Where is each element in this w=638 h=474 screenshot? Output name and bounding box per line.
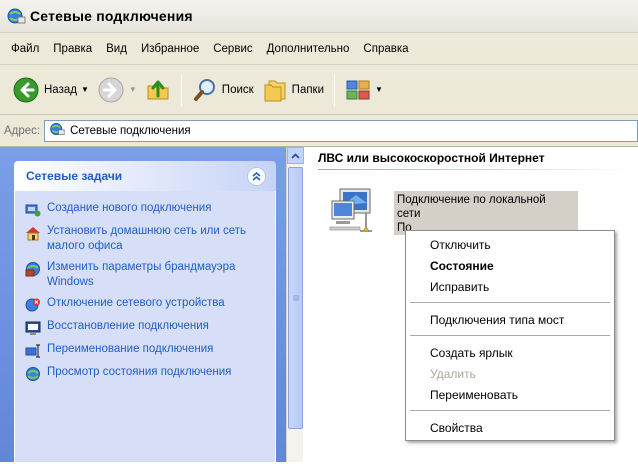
task-view-status[interactable]: Просмотр состояния подключения	[25, 365, 267, 382]
task-disable-device[interactable]: Отключение сетевого устройства	[25, 296, 267, 313]
group-header: ЛВС или высокоскоростной Интернет	[318, 151, 545, 165]
task-rename[interactable]: Переименование подключения	[25, 342, 267, 359]
search-label: Поиск	[221, 83, 254, 96]
rename-icon	[25, 343, 41, 359]
menu-separator	[410, 302, 610, 303]
forward-button[interactable]: ▼	[93, 72, 141, 108]
bottom-margin	[0, 462, 638, 474]
address-input[interactable]: Сетевые подключения	[44, 119, 638, 142]
toolbar: Назад ▼ ▼ Поиск Папки ▼	[0, 65, 638, 115]
menu-edit[interactable]: Правка	[46, 43, 99, 55]
collapse-button[interactable]	[247, 166, 266, 186]
grip-icon	[292, 295, 299, 301]
toolbar-separator	[334, 73, 336, 106]
menu-favorites[interactable]: Избранное	[134, 43, 206, 55]
ctx-delete: Удалить	[430, 366, 476, 381]
ctx-disconnect[interactable]: Отключить	[406, 234, 614, 255]
title-bar[interactable]: Сетевые подключения	[0, 0, 638, 33]
firewall-icon	[25, 261, 41, 277]
menu-separator	[410, 335, 610, 336]
folders-button[interactable]: Папки	[258, 72, 328, 108]
address-bar: Адрес: Сетевые подключения	[0, 115, 638, 147]
disable-device-icon	[25, 297, 41, 313]
chevron-up-icon	[291, 152, 300, 159]
address-label: Адрес:	[4, 124, 41, 137]
menu-bar: Файл Правка Вид Избранное Сервис Дополни…	[0, 33, 638, 65]
back-label: Назад	[44, 83, 77, 96]
folders-icon	[262, 77, 288, 103]
toolbar-separator	[180, 73, 182, 106]
network-connections-icon	[6, 6, 26, 26]
menu-advanced[interactable]: Дополнительно	[260, 43, 357, 55]
menu-help[interactable]: Справка	[356, 43, 415, 55]
folders-label: Папки	[291, 83, 325, 96]
new-connection-icon	[25, 202, 41, 218]
up-folder-button[interactable]	[141, 72, 175, 108]
search-button[interactable]: Поиск	[188, 72, 258, 108]
repair-icon	[25, 320, 41, 336]
search-icon	[192, 77, 218, 103]
ctx-repair[interactable]: Исправить	[406, 276, 614, 297]
ctx-properties[interactable]: Свойства	[406, 417, 614, 438]
network-tasks-header[interactable]: Сетевые задачи	[14, 161, 276, 191]
status-icon	[25, 366, 41, 382]
lan-connection-label[interactable]: Подключение по локальной сети По	[394, 191, 578, 235]
scroll-up-button[interactable]	[287, 147, 304, 164]
views-icon	[345, 79, 371, 101]
back-button[interactable]: Назад ▼	[8, 72, 93, 108]
ctx-bridge-connections[interactable]: Подключения типа мост	[406, 309, 614, 330]
home-network-icon	[25, 225, 41, 241]
network-connections-icon	[49, 121, 65, 140]
lan-connection-icon[interactable]	[326, 185, 382, 241]
connection-name-line1: Подключение по локальной	[397, 194, 546, 206]
network-tasks-title: Сетевые задачи	[26, 169, 123, 183]
menu-tools[interactable]: Сервис	[206, 43, 259, 55]
ctx-status[interactable]: Состояние	[406, 255, 614, 276]
task-firewall[interactable]: Изменить параметры брандмауэра Windows	[25, 260, 267, 290]
forward-arrow-icon	[97, 76, 125, 104]
menu-view[interactable]: Вид	[99, 43, 134, 55]
address-value: Сетевые подключения	[70, 124, 191, 137]
chevron-up-icon	[252, 171, 261, 181]
task-home-network[interactable]: Установить домашнюю сеть или сеть малого…	[25, 224, 267, 254]
menu-file[interactable]: Файл	[4, 43, 46, 55]
task-pane-scrollbar[interactable]	[286, 147, 304, 474]
task-new-connection[interactable]: Создание нового подключения	[25, 201, 267, 218]
up-folder-icon	[145, 77, 171, 103]
connection-name-line2: сети	[397, 208, 421, 220]
back-arrow-icon	[12, 76, 40, 104]
views-dropdown-icon[interactable]: ▼	[375, 85, 383, 94]
menu-separator	[410, 410, 610, 411]
task-repair[interactable]: Восстановление подключения	[25, 319, 267, 336]
context-menu: Отключить Состояние Исправить Подключени…	[405, 230, 615, 441]
back-dropdown-icon[interactable]: ▼	[81, 85, 89, 94]
group-divider	[318, 169, 638, 170]
forward-dropdown-icon[interactable]: ▼	[129, 85, 137, 94]
ctx-create-shortcut[interactable]: Создать ярлык	[406, 342, 614, 363]
views-button[interactable]: ▼	[341, 72, 387, 108]
window-title: Сетевые подключения	[30, 8, 193, 24]
scroll-thumb[interactable]	[288, 167, 303, 429]
network-tasks-list: Создание нового подключения Установить д…	[14, 191, 276, 474]
task-pane: Сетевые задачи Создание нового подключен…	[0, 147, 286, 474]
ctx-rename[interactable]: Переименовать	[406, 384, 614, 405]
